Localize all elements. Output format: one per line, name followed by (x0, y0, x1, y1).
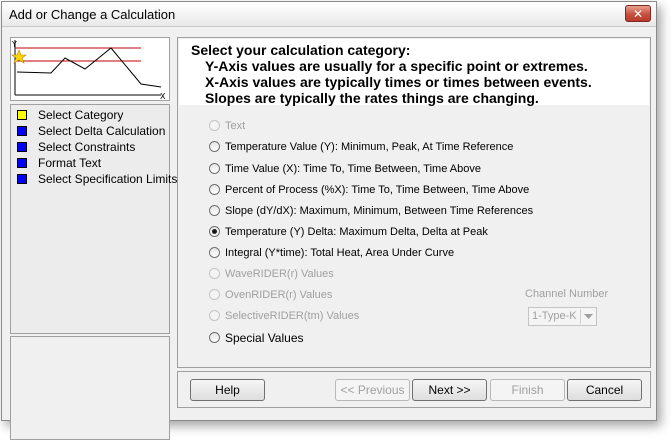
step-label: Select Specification Limits (38, 172, 178, 186)
title-bar: Add or Change a Calculation ✕ (2, 2, 656, 27)
channel-number-select[interactable]: 1-Type-K (528, 307, 597, 326)
option-label: Time Value (X): Time To, Time Between, T… (225, 163, 481, 175)
step-status-icon (17, 126, 27, 136)
step-item-select-delta-calculation[interactable]: Select Delta Calculation (11, 123, 169, 139)
close-icon: ✕ (632, 6, 644, 21)
next-button[interactable]: Next >> (412, 379, 487, 401)
preview-x-label: X (160, 92, 166, 100)
close-button[interactable]: ✕ (625, 5, 651, 22)
finish-button[interactable]: Finish (490, 379, 565, 401)
step-status-icon (17, 110, 27, 120)
category-panel: Select your calculation category: Y-Axis… (177, 37, 651, 368)
button-bar: Help << Previous Next >> Finish Cancel (177, 371, 651, 408)
step-item-format-text[interactable]: Format Text (11, 155, 169, 171)
radio-button[interactable] (209, 120, 220, 131)
cancel-button[interactable]: Cancel (567, 379, 642, 401)
chevron-down-icon (580, 309, 595, 324)
step-label: Select Category (38, 108, 124, 122)
option-label: Special Values (225, 331, 304, 345)
step-item-select-category[interactable]: Select Category (11, 107, 169, 123)
window-title: Add or Change a Calculation (9, 7, 176, 22)
left-info-panel (10, 336, 170, 440)
radio-button[interactable] (209, 184, 220, 195)
radio-button[interactable] (209, 332, 220, 343)
previous-button[interactable]: << Previous (335, 379, 410, 401)
option-label: Percent of Process (%X): Time To, Time B… (225, 184, 530, 196)
preview-graph-icon: Y X (11, 40, 166, 101)
option-label: SelectiveRIDER(tm) Values (225, 310, 360, 322)
instructions-line: Slopes are typically the rates things ar… (205, 90, 539, 106)
radio-button[interactable] (209, 289, 220, 300)
option-label: Slope (dY/dX): Maximum, Minimum, Between… (225, 205, 534, 217)
option-label: OvenRIDER(r) Values (225, 289, 333, 301)
step-status-icon (17, 142, 27, 152)
radio-button[interactable] (209, 226, 220, 237)
help-button[interactable]: Help (190, 379, 265, 401)
step-item-select-specification-limits[interactable]: Select Specification Limits (11, 171, 177, 187)
left-panel: Y X Select Category Select Delta Calcula… (10, 37, 177, 440)
channel-number-value: 1-Type-K (532, 310, 577, 322)
instructions-title: Select your calculation category: (191, 42, 411, 58)
dialog-window: Add or Change a Calculation ✕ Y X Select… (1, 1, 657, 440)
radio-button[interactable] (209, 310, 220, 321)
option-label: Temperature (Y) Delta: Maximum Delta, De… (225, 226, 488, 238)
step-label: Select Constraints (38, 140, 136, 154)
radio-button[interactable] (209, 247, 220, 258)
channel-number-label: Channel Number (525, 288, 609, 300)
instructions-box: Select your calculation category: Y-Axis… (179, 39, 649, 106)
step-label: Format Text (38, 156, 102, 170)
instructions-line: Y-Axis values are usually for a specific… (205, 58, 588, 74)
radio-button[interactable] (209, 205, 220, 216)
step-item-select-constraints[interactable]: Select Constraints (11, 139, 169, 155)
step-label: Select Delta Calculation (38, 124, 166, 138)
radio-button[interactable] (209, 268, 220, 279)
radio-button[interactable] (209, 163, 220, 174)
option-label: Text (225, 120, 246, 132)
option-label: Integral (Y*time): Total Heat, Area Unde… (225, 247, 455, 259)
option-label: WaveRIDER(r) Values (225, 268, 334, 280)
option-label: Temperature Value (Y): Minimum, Peak, At… (225, 141, 514, 153)
step-status-icon (17, 158, 27, 168)
calculation-preview: Y X (10, 37, 170, 101)
radio-button[interactable] (209, 141, 220, 152)
step-status-icon (17, 174, 27, 184)
step-list: Select Category Select Delta Calculation… (10, 104, 177, 334)
instructions-line: X-Axis values are typically times or tim… (205, 74, 592, 90)
